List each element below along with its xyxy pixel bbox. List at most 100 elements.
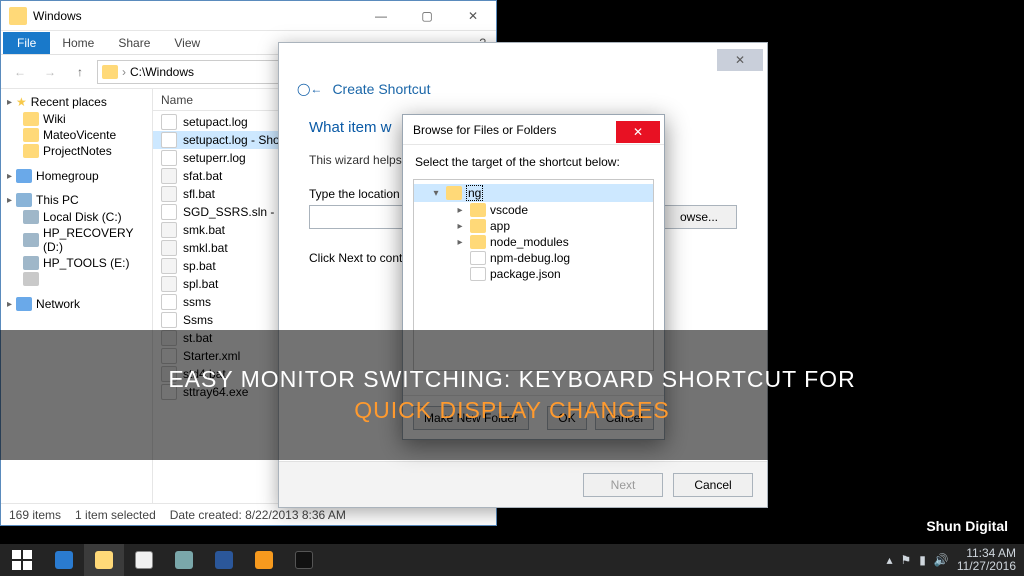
next-button[interactable]: Next	[583, 473, 663, 497]
console-icon	[295, 551, 313, 569]
nav-back-button[interactable]: ←	[7, 59, 33, 85]
tree-item[interactable]: ▸vscode	[414, 202, 653, 218]
tray-volume-icon[interactable]: 🔊	[934, 553, 949, 567]
folder-icon	[95, 551, 113, 569]
wizard-titlebar[interactable]: ✕	[279, 43, 767, 73]
tray-date[interactable]: 11/27/2016	[957, 560, 1016, 573]
maximize-button[interactable]: ▢	[404, 1, 450, 30]
navpane-dvd[interactable]	[7, 271, 150, 287]
file-name: sfl.bat	[183, 187, 215, 201]
folder-icon	[470, 203, 486, 217]
file-icon	[161, 312, 177, 328]
file-icon	[161, 186, 177, 202]
window-title: Windows	[33, 9, 358, 23]
close-button[interactable]: ✕	[717, 49, 763, 71]
file-name: spl.bat	[183, 277, 218, 291]
network-icon	[16, 297, 32, 311]
file-icon	[470, 251, 486, 265]
navpane-drive[interactable]: Local Disk (C:)	[7, 209, 150, 225]
file-icon	[470, 267, 486, 281]
folder-icon	[470, 219, 486, 233]
tray-network-icon[interactable]: ▮	[919, 553, 926, 567]
file-icon	[161, 240, 177, 256]
navpane-item[interactable]: MateoVicente	[7, 127, 150, 143]
navpane-drive[interactable]: HP_RECOVERY (D:)	[7, 225, 150, 255]
folder-icon	[9, 7, 27, 25]
tree-item[interactable]: ▸app	[414, 218, 653, 234]
brand-watermark: Shun Digital	[926, 518, 1008, 534]
nav-up-button[interactable]: ↑	[67, 59, 93, 85]
taskbar-snagit[interactable]	[244, 544, 284, 576]
taskbar: ▴ ⚑ ▮ 🔊 11:34 AM 11/27/2016	[0, 544, 1024, 576]
app-icon	[175, 551, 193, 569]
star-icon: ★	[16, 95, 27, 109]
folder-icon	[446, 186, 462, 200]
minimize-button[interactable]: —	[358, 1, 404, 30]
chevron-down-icon[interactable]: ▾	[430, 188, 442, 199]
file-icon	[161, 114, 177, 130]
browse-subtitle: Select the target of the shortcut below:	[403, 145, 664, 175]
close-button[interactable]: ✕	[450, 1, 496, 30]
file-icon	[161, 222, 177, 238]
headline-overlay: EASY MONITOR SWITCHING: KEYBOARD SHORTCU…	[0, 330, 1024, 460]
taskbar-app[interactable]	[164, 544, 204, 576]
system-tray[interactable]: ▴ ⚑ ▮ 🔊 11:34 AM 11/27/2016	[878, 547, 1024, 572]
file-name: ssms	[183, 295, 211, 309]
taskbar-cmd[interactable]	[284, 544, 324, 576]
taskbar-word[interactable]	[204, 544, 244, 576]
browse-titlebar[interactable]: Browse for Files or Folders ✕	[403, 115, 664, 145]
nav-forward-button[interactable]: →	[37, 59, 63, 85]
folder-icon	[470, 235, 486, 249]
network-head[interactable]: ▸Network	[7, 297, 150, 311]
file-icon	[161, 168, 177, 184]
tray-flag-icon[interactable]: ⚑	[901, 553, 912, 567]
browse-button[interactable]: owse...	[661, 205, 737, 229]
folder-icon	[102, 65, 118, 79]
file-icon	[161, 258, 177, 274]
file-name: Ssms	[183, 313, 213, 327]
dvd-icon	[23, 272, 39, 286]
file-name: setuperr.log	[183, 151, 246, 165]
ribbon-tab-view[interactable]: View	[162, 32, 212, 54]
headline-line1: EASY MONITOR SWITCHING: KEYBOARD SHORTCU…	[168, 366, 855, 393]
recent-places-head[interactable]: ▸★ Recent places	[7, 95, 150, 109]
file-name: smk.bat	[183, 223, 225, 237]
navpane-item[interactable]: Wiki	[7, 111, 150, 127]
taskbar-chrome[interactable]	[124, 544, 164, 576]
homegroup-head[interactable]: ▸Homegroup	[7, 169, 150, 183]
tree-item[interactable]: npm-debug.log	[414, 250, 653, 266]
pc-icon	[16, 193, 32, 207]
chrome-icon	[135, 551, 153, 569]
start-button[interactable]	[0, 544, 44, 576]
back-icon[interactable]: ◯←	[297, 82, 322, 96]
status-count: 169 items	[9, 508, 61, 522]
navpane-drive[interactable]: HP_TOOLS (E:)	[7, 255, 150, 271]
file-icon	[161, 294, 177, 310]
ribbon-file[interactable]: File	[3, 32, 50, 54]
browse-title: Browse for Files or Folders	[403, 123, 616, 137]
tree-item[interactable]: ▾ ng	[414, 184, 653, 202]
this-pc-head[interactable]: ▸This PC	[7, 193, 150, 207]
headline-line2: QUICK DISPLAY CHANGES	[354, 397, 669, 424]
navpane-item[interactable]: ProjectNotes	[7, 143, 150, 159]
tree-item[interactable]: package.json	[414, 266, 653, 282]
taskbar-explorer[interactable]	[84, 544, 124, 576]
close-button[interactable]: ✕	[616, 121, 660, 143]
tray-chevron-up-icon[interactable]: ▴	[886, 553, 892, 567]
word-icon	[215, 551, 233, 569]
ribbon-tab-home[interactable]: Home	[50, 32, 106, 54]
tree-item[interactable]: ▸node_modules	[414, 234, 653, 250]
snagit-icon	[255, 551, 273, 569]
file-name: sfat.bat	[183, 169, 222, 183]
status-date: Date created: 8/22/2013 8:36 AM	[170, 508, 346, 522]
file-name: smkl.bat	[183, 241, 228, 255]
address-path: C:\Windows	[130, 65, 194, 79]
cancel-button[interactable]: Cancel	[673, 473, 753, 497]
file-icon	[161, 276, 177, 292]
file-icon	[161, 204, 177, 220]
explorer-titlebar[interactable]: Windows — ▢ ✕	[1, 1, 496, 31]
taskbar-ie[interactable]	[44, 544, 84, 576]
ie-icon	[55, 551, 73, 569]
ribbon-tab-share[interactable]: Share	[106, 32, 162, 54]
file-icon	[161, 150, 177, 166]
